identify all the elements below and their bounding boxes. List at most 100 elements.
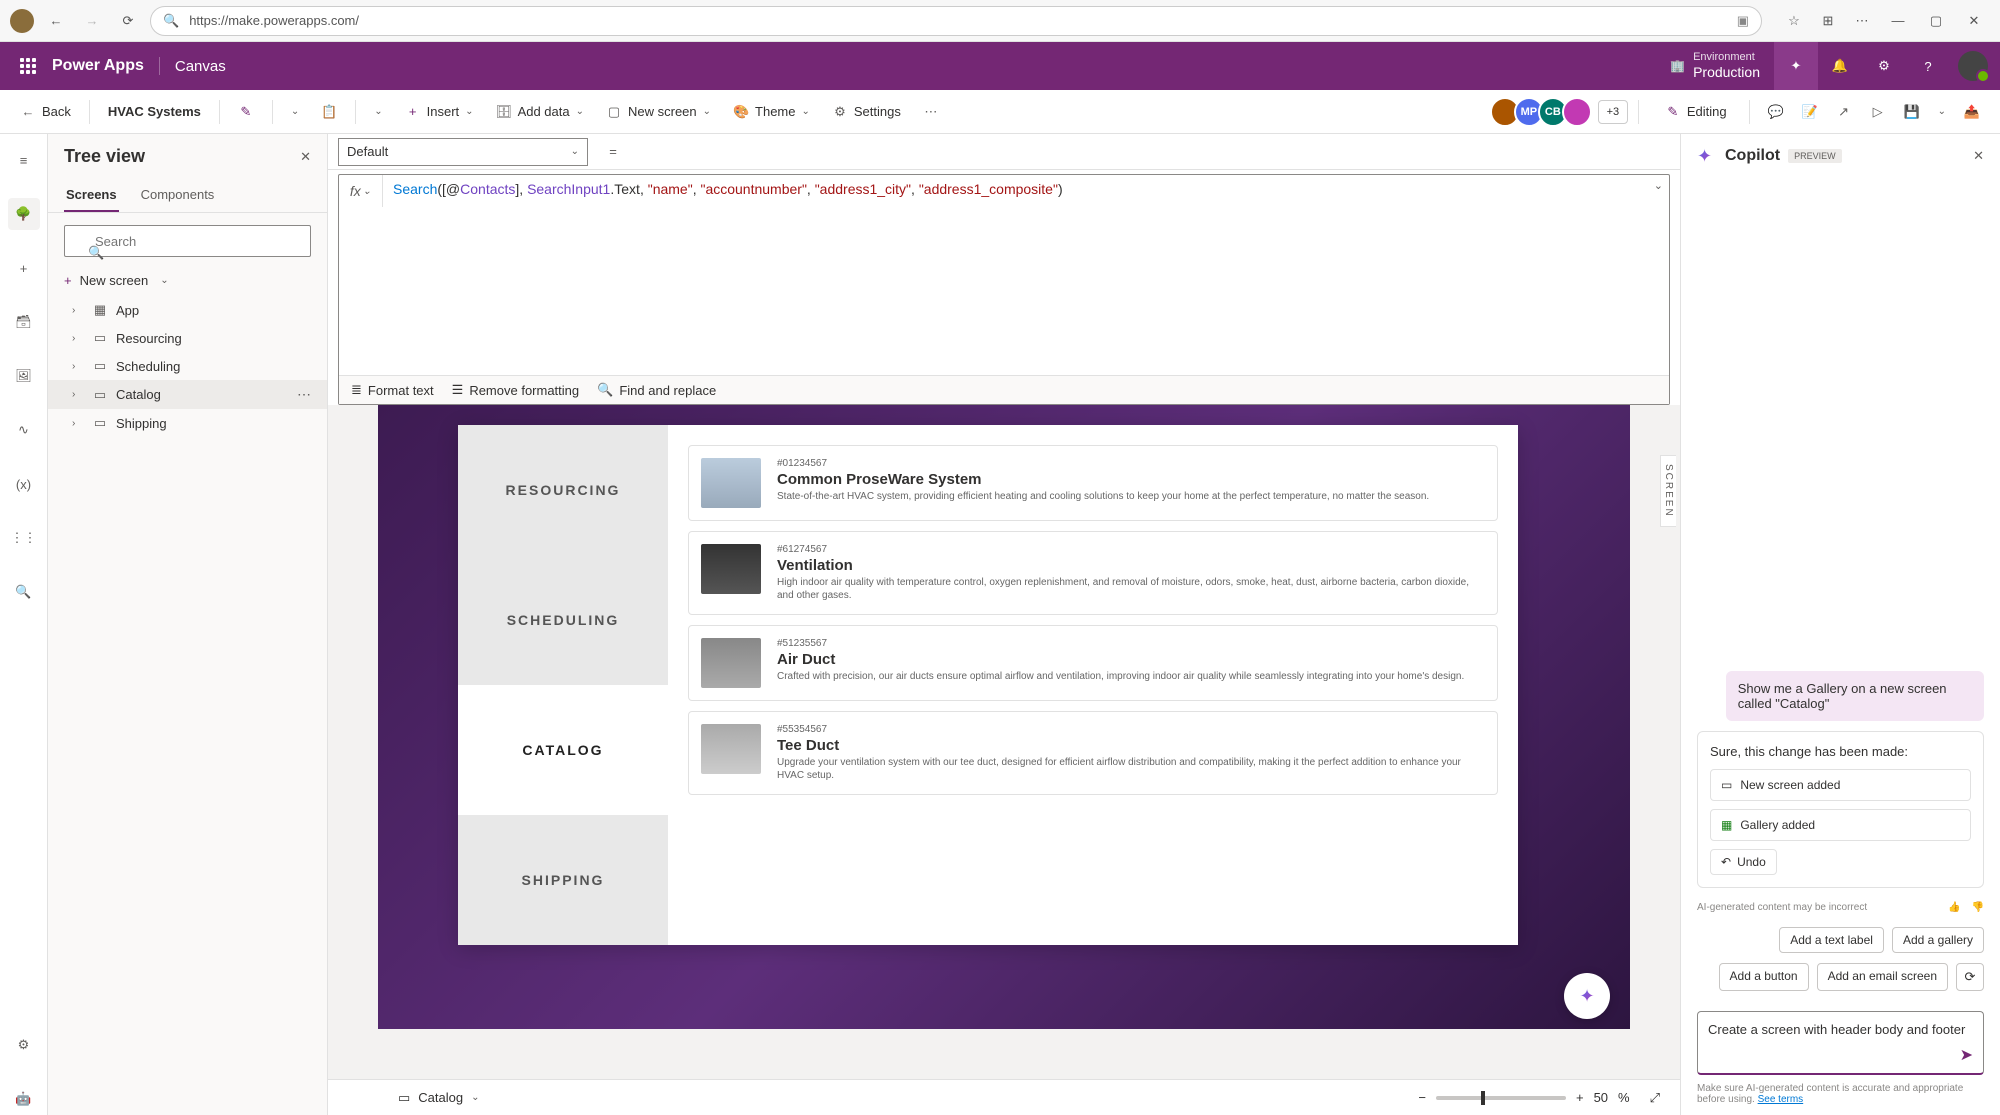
tree-view-rail-button[interactable]: 🌳: [8, 198, 40, 230]
search-rail-button[interactable]: 🔍: [8, 576, 40, 608]
preview-button[interactable]: ▷: [1862, 100, 1894, 124]
catalog-card[interactable]: #01234567 Common ProseWare System State-…: [688, 445, 1498, 521]
undo-button[interactable]: ↶ Undo: [1710, 849, 1777, 875]
environment-picker[interactable]: 🏢 Environment Production: [1656, 51, 1774, 81]
property-dropdown[interactable]: Default ⌄: [338, 138, 588, 166]
forward-browser-button[interactable]: →: [78, 7, 106, 35]
nav-shipping[interactable]: SHIPPING: [458, 815, 668, 945]
copilot-input[interactable]: Create a screen with header body and foo…: [1697, 1011, 1984, 1075]
canvas-area[interactable]: RESOURCING SCHEDULING CATALOG SHIPPING #…: [328, 405, 1680, 1079]
add-data-button[interactable]: 🗄 Add data ⌄: [488, 100, 592, 124]
catalog-card[interactable]: #51235567 Air Duct Crafted with precisio…: [688, 625, 1498, 701]
zoom-in-button[interactable]: +: [1576, 1090, 1584, 1105]
app-preview-frame[interactable]: RESOURCING SCHEDULING CATALOG SHIPPING #…: [458, 425, 1518, 945]
collections-icon[interactable]: ⊞: [1814, 7, 1842, 35]
refresh-suggestions-button[interactable]: ⟳: [1956, 963, 1984, 991]
close-copilot-button[interactable]: ✕: [1973, 148, 1984, 164]
presence-avatar[interactable]: [1562, 97, 1592, 127]
more-browser-icon[interactable]: ⋯: [1848, 7, 1876, 35]
chevron-right-icon[interactable]: ›: [72, 333, 84, 344]
save-button[interactable]: 💾: [1896, 100, 1928, 124]
find-replace-button[interactable]: 🔍Find and replace: [597, 382, 716, 398]
suggestion-chip[interactable]: Add an email screen: [1817, 963, 1948, 991]
favorites-icon[interactable]: ☆: [1780, 7, 1808, 35]
data-rail-button[interactable]: 🗃: [8, 306, 40, 338]
user-avatar[interactable]: [1958, 51, 1988, 81]
save-dropdown[interactable]: ⌄: [1930, 102, 1954, 121]
nav-scheduling[interactable]: SCHEDULING: [458, 555, 668, 685]
chevron-right-icon[interactable]: ›: [72, 418, 84, 429]
edit-dropdown[interactable]: ⌄: [283, 102, 307, 121]
virtual-agent-rail-button[interactable]: 🤖: [8, 1083, 40, 1115]
remove-formatting-button[interactable]: ☰Remove formatting: [452, 382, 579, 398]
settings-header-button[interactable]: ⚙: [1862, 42, 1906, 90]
notifications-button[interactable]: 🔔: [1818, 42, 1862, 90]
comments-button[interactable]: 💬: [1760, 100, 1792, 124]
chevron-right-icon[interactable]: ›: [72, 305, 84, 316]
nav-resourcing[interactable]: RESOURCING: [458, 425, 668, 555]
new-screen-tree-button[interactable]: + New screen ⌄: [48, 265, 327, 296]
variables-rail-button[interactable]: (x): [8, 468, 40, 500]
settings-rail-button[interactable]: ⚙: [8, 1029, 40, 1061]
zoom-out-button[interactable]: −: [1418, 1090, 1426, 1105]
maximize-window-button[interactable]: ▢: [1920, 7, 1952, 35]
tree-item-catalog[interactable]: › ▭ Catalog ⋯: [48, 380, 327, 409]
close-tree-button[interactable]: ✕: [300, 149, 311, 165]
thumbs-down-button[interactable]: 👎: [1972, 902, 1984, 913]
flows-rail-button[interactable]: ∿: [8, 414, 40, 446]
copilot-header-button[interactable]: ✦: [1774, 42, 1818, 90]
catalog-card[interactable]: #61274567 Ventilation High indoor air qu…: [688, 531, 1498, 615]
more-commands-button[interactable]: ⋯: [915, 100, 947, 124]
suggestion-chip[interactable]: Add a gallery: [1892, 927, 1984, 953]
paste-button[interactable]: 📋: [313, 100, 345, 124]
suggestion-chip[interactable]: Add a button: [1719, 963, 1809, 991]
tree-item-scheduling[interactable]: › ▭ Scheduling: [48, 352, 327, 380]
editing-mode-button[interactable]: ✎ Editing: [1665, 104, 1727, 120]
catalog-card[interactable]: #55354567 Tee Duct Upgrade your ventilat…: [688, 711, 1498, 795]
tree-item-resourcing[interactable]: › ▭ Resourcing: [48, 324, 327, 352]
publish-button[interactable]: 📤: [1956, 100, 1988, 124]
screen-side-tab[interactable]: SCREEN: [1660, 455, 1676, 527]
thumbs-up-button[interactable]: 👍: [1948, 902, 1960, 913]
change-chip-screen[interactable]: ▭ New screen added: [1710, 769, 1971, 801]
app-launcher-button[interactable]: [12, 50, 44, 82]
presence-stack[interactable]: MP CB +3: [1496, 97, 1628, 127]
help-button[interactable]: ?: [1906, 42, 1950, 90]
address-bar[interactable]: 🔍 https://make.powerapps.com/ ▣: [150, 6, 1762, 36]
format-text-button[interactable]: ≣Format text: [351, 382, 434, 398]
presence-more[interactable]: +3: [1598, 100, 1628, 124]
send-button[interactable]: ➤: [1960, 1045, 1973, 1065]
suggestion-chip[interactable]: Add a text label: [1779, 927, 1884, 953]
collapse-formula-button[interactable]: ⌄: [1654, 179, 1663, 192]
close-window-button[interactable]: ✕: [1958, 7, 1990, 35]
paste-dropdown[interactable]: ⌄: [366, 102, 390, 121]
chevron-right-icon[interactable]: ›: [72, 389, 84, 400]
settings-button[interactable]: ⚙ Settings: [824, 100, 909, 124]
formula-input[interactable]: Search([@Contacts], SearchInput1.Text, "…: [383, 175, 1669, 375]
shopping-icon[interactable]: ▣: [1737, 13, 1749, 29]
copilot-fab[interactable]: ✦: [1564, 973, 1610, 1019]
back-button[interactable]: ← Back: [12, 100, 79, 124]
new-screen-button[interactable]: ▢ New screen ⌄: [598, 100, 719, 124]
change-chip-gallery[interactable]: ▦ Gallery added: [1710, 809, 1971, 841]
hamburger-button[interactable]: ≡: [8, 144, 40, 176]
zoom-slider[interactable]: [1436, 1096, 1566, 1100]
insert-rail-button[interactable]: +: [8, 252, 40, 284]
tab-screens[interactable]: Screens: [64, 179, 119, 212]
more-options-icon[interactable]: ⋯: [297, 386, 311, 403]
media-rail-button[interactable]: 🖼: [8, 360, 40, 392]
terms-link[interactable]: See terms: [1758, 1094, 1804, 1105]
insert-button[interactable]: + Insert ⌄: [397, 100, 482, 124]
theme-button[interactable]: 🎨 Theme ⌄: [725, 100, 818, 124]
profile-avatar[interactable]: [10, 9, 34, 33]
tab-components[interactable]: Components: [139, 179, 217, 212]
screen-selector[interactable]: ▭ Catalog ⌄: [398, 1090, 480, 1106]
advanced-rail-button[interactable]: ⋮⋮: [8, 522, 40, 554]
fit-screen-button[interactable]: ⤢: [1650, 1090, 1660, 1106]
fx-label[interactable]: fx⌄: [339, 175, 383, 207]
share-button[interactable]: ↗: [1828, 100, 1860, 124]
refresh-browser-button[interactable]: ⟳: [114, 7, 142, 35]
tree-item-shipping[interactable]: › ▭ Shipping: [48, 409, 327, 437]
nav-catalog[interactable]: CATALOG: [458, 685, 668, 815]
tree-item-app[interactable]: › ▦ App: [48, 296, 327, 324]
